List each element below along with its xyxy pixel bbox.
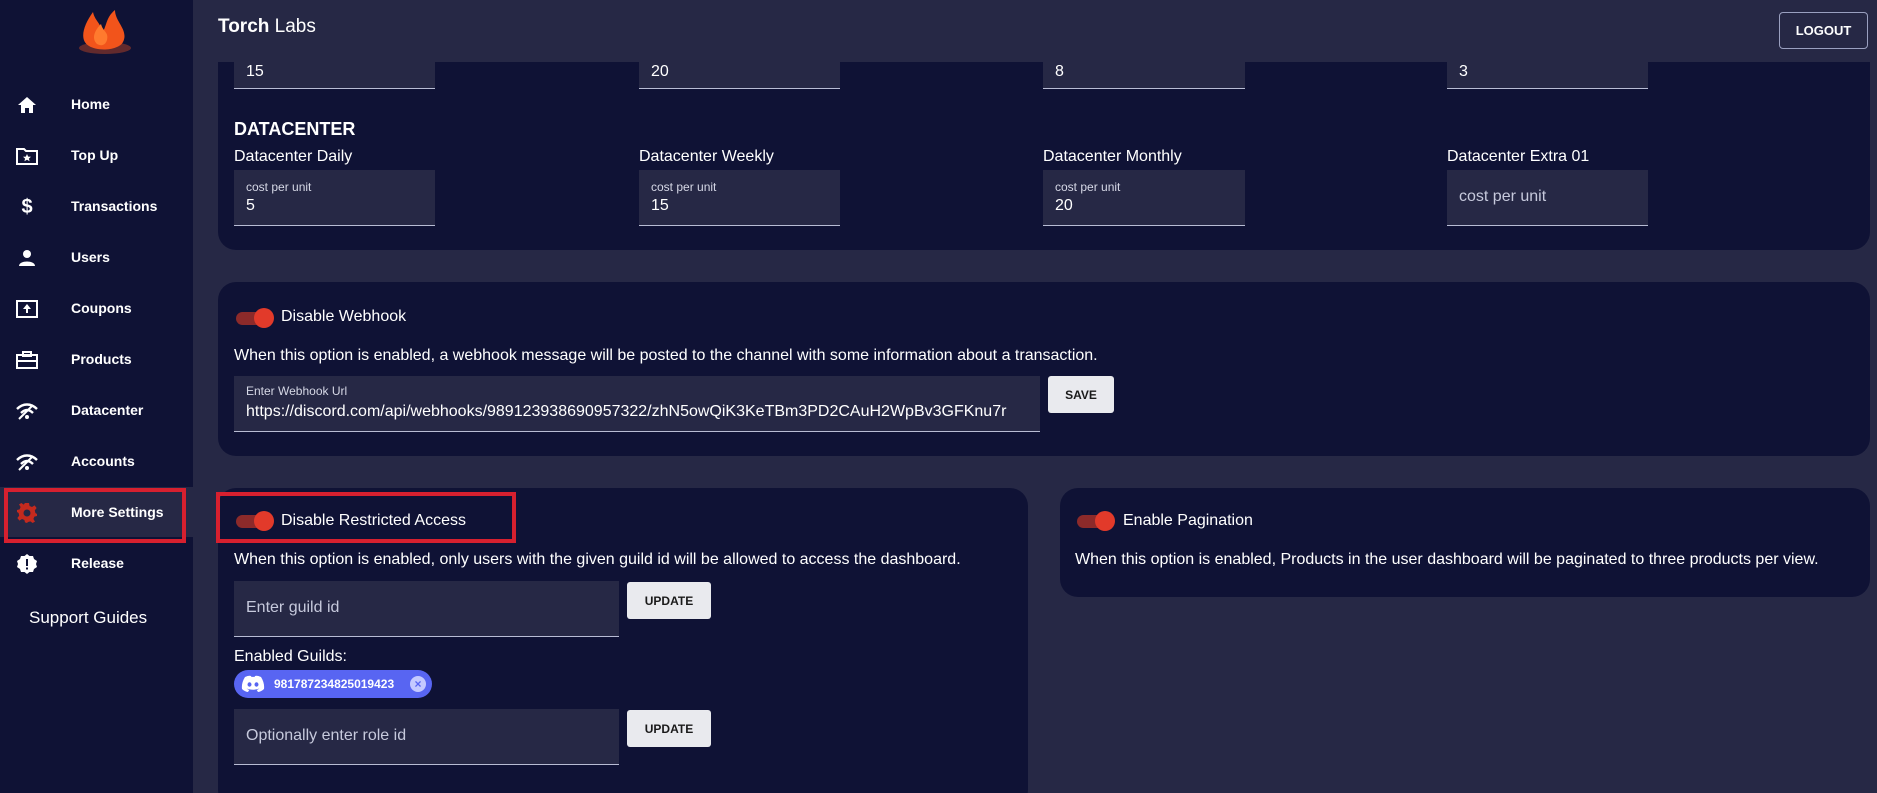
wifi-icon bbox=[14, 398, 40, 424]
header: Torch Labs LOGOUT bbox=[193, 0, 1877, 62]
sidebar-item-home[interactable]: Home bbox=[0, 79, 193, 129]
restricted-access-card: Disable Restricted Access When this opti… bbox=[218, 488, 1028, 793]
datacenter-extra-input[interactable]: cost per unit bbox=[1447, 170, 1648, 226]
webhook-description: When this option is enabled, a webhook m… bbox=[234, 347, 1098, 364]
gear-icon bbox=[14, 500, 40, 526]
guild-chip: 981787234825019423 × bbox=[234, 670, 432, 698]
support-guides-link[interactable]: Support Guides bbox=[29, 608, 147, 628]
price-field-1[interactable]: 15 bbox=[234, 62, 435, 89]
datacenter-weekly-input[interactable]: cost per unit 15 bbox=[639, 170, 840, 226]
remove-chip-icon[interactable]: × bbox=[410, 676, 426, 692]
webhook-card: Disable Webhook When this option is enab… bbox=[218, 282, 1870, 456]
restricted-access-description: When this option is enabled, only users … bbox=[234, 551, 961, 568]
sidebar-item-transactions[interactable]: $ Transactions bbox=[0, 181, 193, 231]
webhook-url-input[interactable]: Enter Webhook Url https://discord.com/ap… bbox=[234, 376, 1040, 432]
datacenter-monthly-input[interactable]: cost per unit 20 bbox=[1043, 170, 1245, 226]
restricted-access-toggle-label: Disable Restricted Access bbox=[281, 512, 466, 529]
sidebar-item-label: Release bbox=[71, 555, 124, 571]
field-label: Datacenter Weekly bbox=[639, 148, 774, 165]
discord-icon bbox=[241, 675, 265, 692]
sidebar-item-label: More Settings bbox=[71, 504, 164, 520]
wifi-icon bbox=[14, 449, 40, 475]
logout-button[interactable]: LOGOUT bbox=[1779, 12, 1868, 49]
update-role-button[interactable]: UPDATE bbox=[627, 710, 711, 747]
sidebar-item-label: Home bbox=[71, 96, 110, 112]
price-field-2[interactable]: 20 bbox=[639, 62, 840, 89]
sidebar-item-label: Accounts bbox=[71, 453, 135, 469]
pagination-toggle-label: Enable Pagination bbox=[1123, 512, 1253, 529]
price-field-4[interactable]: 3 bbox=[1447, 62, 1648, 89]
webhook-toggle-label: Disable Webhook bbox=[281, 308, 407, 325]
user-icon bbox=[14, 245, 40, 271]
sidebar-item-label: Top Up bbox=[71, 147, 119, 163]
field-label: Datacenter Daily bbox=[234, 148, 353, 165]
restricted-access-toggle[interactable] bbox=[234, 510, 274, 532]
webhook-toggle[interactable] bbox=[234, 307, 274, 329]
enabled-guilds-label: Enabled Guilds: bbox=[234, 648, 347, 665]
save-button[interactable]: SAVE bbox=[1048, 376, 1114, 413]
field-label: Datacenter Extra 01 bbox=[1447, 148, 1590, 165]
sidebar-item-label: Users bbox=[71, 249, 110, 265]
upload-box-icon bbox=[14, 296, 40, 322]
datacenter-daily-input[interactable]: cost per unit 5 bbox=[234, 170, 435, 226]
sidebar-item-label: Transactions bbox=[71, 198, 158, 214]
sidebar-item-label: Products bbox=[71, 351, 132, 367]
pagination-toggle[interactable] bbox=[1075, 510, 1115, 532]
sidebar-item-label: Datacenter bbox=[71, 402, 144, 418]
brand-title: Torch Labs bbox=[218, 16, 316, 37]
sidebar-item-datacenter[interactable]: Datacenter bbox=[0, 385, 193, 435]
sidebar-item-accounts[interactable]: Accounts bbox=[0, 436, 193, 486]
price-field-3[interactable]: 8 bbox=[1043, 62, 1245, 89]
pagination-card: Enable Pagination When this option is en… bbox=[1060, 488, 1870, 597]
sidebar-item-products[interactable]: Products bbox=[0, 334, 193, 384]
briefcase-icon bbox=[14, 347, 40, 373]
update-guild-button[interactable]: UPDATE bbox=[627, 582, 711, 619]
dollar-icon: $ bbox=[21, 195, 33, 218]
sidebar-item-release[interactable]: Release bbox=[0, 538, 193, 588]
folder-star-icon bbox=[14, 143, 40, 169]
home-icon bbox=[14, 92, 40, 118]
flame-logo-icon[interactable] bbox=[75, 4, 135, 56]
guild-chip-label: 981787234825019423 bbox=[274, 677, 395, 691]
alert-badge-icon bbox=[14, 551, 40, 577]
prices-card: 15 20 8 3 DATACENTER Datacenter Daily co… bbox=[218, 62, 1870, 250]
role-id-input[interactable]: Optionally enter role id bbox=[234, 709, 619, 765]
sidebar-item-coupons[interactable]: Coupons bbox=[0, 283, 193, 333]
datacenter-title: DATACENTER bbox=[234, 119, 356, 139]
field-label: Datacenter Monthly bbox=[1043, 148, 1182, 165]
sidebar-item-users[interactable]: Users bbox=[0, 232, 193, 282]
sidebar-item-label: Coupons bbox=[71, 300, 132, 316]
sidebar-item-top-up[interactable]: Top Up bbox=[0, 130, 193, 180]
sidebar-item-more-settings[interactable]: More Settings bbox=[0, 487, 193, 537]
sidebar: Home Top Up $ Transactions Users Coupons… bbox=[0, 0, 193, 793]
pagination-description: When this option is enabled, Products in… bbox=[1075, 551, 1819, 568]
guild-id-input[interactable]: Enter guild id bbox=[234, 581, 619, 637]
